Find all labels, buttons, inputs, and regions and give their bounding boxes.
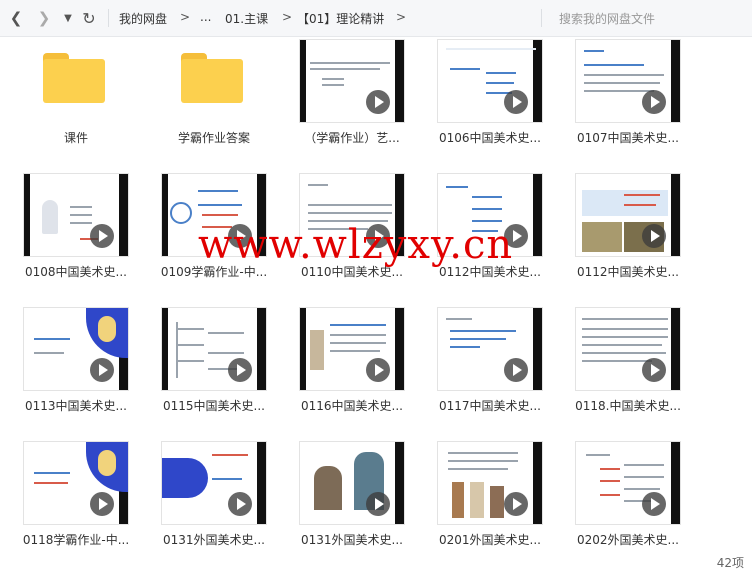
item-label: 0118.中国美术史...	[575, 399, 681, 413]
history-dropdown-icon[interactable]: ▼	[58, 8, 78, 28]
toolbar-divider	[108, 9, 109, 27]
item-label: 0131外国美术史...	[301, 533, 403, 547]
file-grid: 课件 学霸作业答案 （学霸作业）艺... 0106中国美术史... 0107中国…	[0, 36, 752, 556]
item-label: 0131外国美术史...	[163, 533, 265, 547]
video-thumbnail	[24, 442, 128, 524]
item-label: 0108中国美术史...	[25, 265, 127, 279]
folder-item[interactable]: 学霸作业答案	[138, 36, 276, 170]
play-icon	[90, 492, 114, 516]
video-thumbnail	[438, 308, 542, 390]
folder-item[interactable]: 课件	[0, 36, 138, 170]
item-label: 0110中国美术史...	[301, 265, 403, 279]
item-label: 0201外国美术史...	[439, 533, 541, 547]
refresh-icon[interactable]: ↻	[79, 8, 99, 28]
video-thumbnail	[576, 40, 680, 122]
item-label: 0109学霸作业-中...	[160, 265, 268, 279]
video-thumbnail	[300, 442, 404, 524]
video-thumbnail	[162, 308, 266, 390]
play-icon	[90, 224, 114, 248]
video-item[interactable]: 0112中国美术史...	[552, 170, 690, 304]
play-icon	[642, 358, 666, 382]
search-input[interactable]: 搜索我的网盘文件	[559, 10, 655, 27]
item-label: 0112中国美术史...	[577, 265, 679, 279]
video-item[interactable]: 0202外国美术史...	[552, 438, 690, 572]
toolbar-divider	[541, 9, 542, 27]
video-thumbnail	[438, 442, 542, 524]
breadcrumb-separator: >	[396, 10, 407, 24]
video-thumbnail	[24, 308, 128, 390]
item-label: 0118学霸作业-中...	[22, 533, 130, 547]
play-icon	[504, 492, 528, 516]
item-label: 0106中国美术史...	[439, 131, 541, 145]
play-icon	[366, 492, 390, 516]
play-icon	[642, 224, 666, 248]
video-thumbnail	[438, 40, 542, 122]
video-item[interactable]: 0118.中国美术史...	[552, 304, 690, 438]
video-thumbnail	[576, 174, 680, 256]
video-item[interactable]: 0115中国美术史...	[138, 304, 276, 438]
breadcrumb-separator: >	[180, 10, 191, 24]
item-label: 学霸作业答案	[177, 131, 250, 145]
play-icon	[90, 358, 114, 382]
play-icon	[228, 492, 252, 516]
toolbar: ❮ ❯ ▼ ↻ 我的网盘 > ... 01.主课 > 【01】理论精讲 > 搜索…	[0, 0, 752, 37]
video-item[interactable]: 0118学霸作业-中...	[0, 438, 138, 572]
breadcrumb-my-drive[interactable]: 我的网盘	[119, 10, 167, 27]
video-item[interactable]: 0109学霸作业-中...	[138, 170, 276, 304]
video-item[interactable]: 0113中国美术史...	[0, 304, 138, 438]
breadcrumb-theory[interactable]: 【01】理论精讲	[297, 10, 384, 27]
play-icon	[366, 358, 390, 382]
item-label: （学霸作业）艺...	[304, 131, 400, 145]
video-item[interactable]: 0107中国美术史...	[552, 36, 690, 170]
play-icon	[228, 358, 252, 382]
video-item[interactable]: 0131外国美术史...	[138, 438, 276, 572]
play-icon	[642, 492, 666, 516]
play-icon	[642, 90, 666, 114]
video-item[interactable]: 0201外国美术史...	[414, 438, 552, 572]
item-label: 0116中国美术史...	[301, 399, 403, 413]
video-thumbnail	[576, 442, 680, 524]
video-item[interactable]: 0116中国美术史...	[276, 304, 414, 438]
video-item[interactable]: 0131外国美术史...	[276, 438, 414, 572]
video-item[interactable]: 0117中国美术史...	[414, 304, 552, 438]
video-thumbnail	[438, 174, 542, 256]
video-thumbnail	[300, 40, 404, 122]
item-label: 0113中国美术史...	[25, 399, 127, 413]
folder-icon	[181, 53, 243, 103]
video-thumbnail	[300, 308, 404, 390]
play-icon	[504, 224, 528, 248]
play-icon	[228, 224, 252, 248]
video-thumbnail	[300, 174, 404, 256]
video-item[interactable]: 0108中国美术史...	[0, 170, 138, 304]
item-label: 0202外国美术史...	[577, 533, 679, 547]
breadcrumb-separator: >	[282, 10, 293, 24]
video-item[interactable]: 0112中国美术史...	[414, 170, 552, 304]
folder-icon	[43, 53, 105, 103]
play-icon	[366, 224, 390, 248]
item-label: 0115中国美术史...	[163, 399, 265, 413]
breadcrumb-ellipsis[interactable]: ...	[200, 10, 211, 24]
item-label: 0107中国美术史...	[577, 131, 679, 145]
video-item[interactable]: 0110中国美术史...	[276, 170, 414, 304]
video-thumbnail	[162, 442, 266, 524]
video-item[interactable]: （学霸作业）艺...	[276, 36, 414, 170]
video-thumbnail	[24, 174, 128, 256]
item-label: 课件	[63, 131, 88, 145]
play-icon	[504, 90, 528, 114]
back-icon[interactable]: ❮	[6, 8, 26, 28]
play-icon	[366, 90, 390, 114]
item-label: 0117中国美术史...	[439, 399, 541, 413]
breadcrumb-main-course[interactable]: 01.主课	[225, 10, 268, 27]
item-label: 0112中国美术史...	[439, 265, 541, 279]
play-icon	[504, 358, 528, 382]
video-item[interactable]: 0106中国美术史...	[414, 36, 552, 170]
forward-icon[interactable]: ❯	[34, 8, 54, 28]
video-thumbnail	[162, 174, 266, 256]
item-count: 42项	[716, 556, 744, 570]
video-thumbnail	[576, 308, 680, 390]
